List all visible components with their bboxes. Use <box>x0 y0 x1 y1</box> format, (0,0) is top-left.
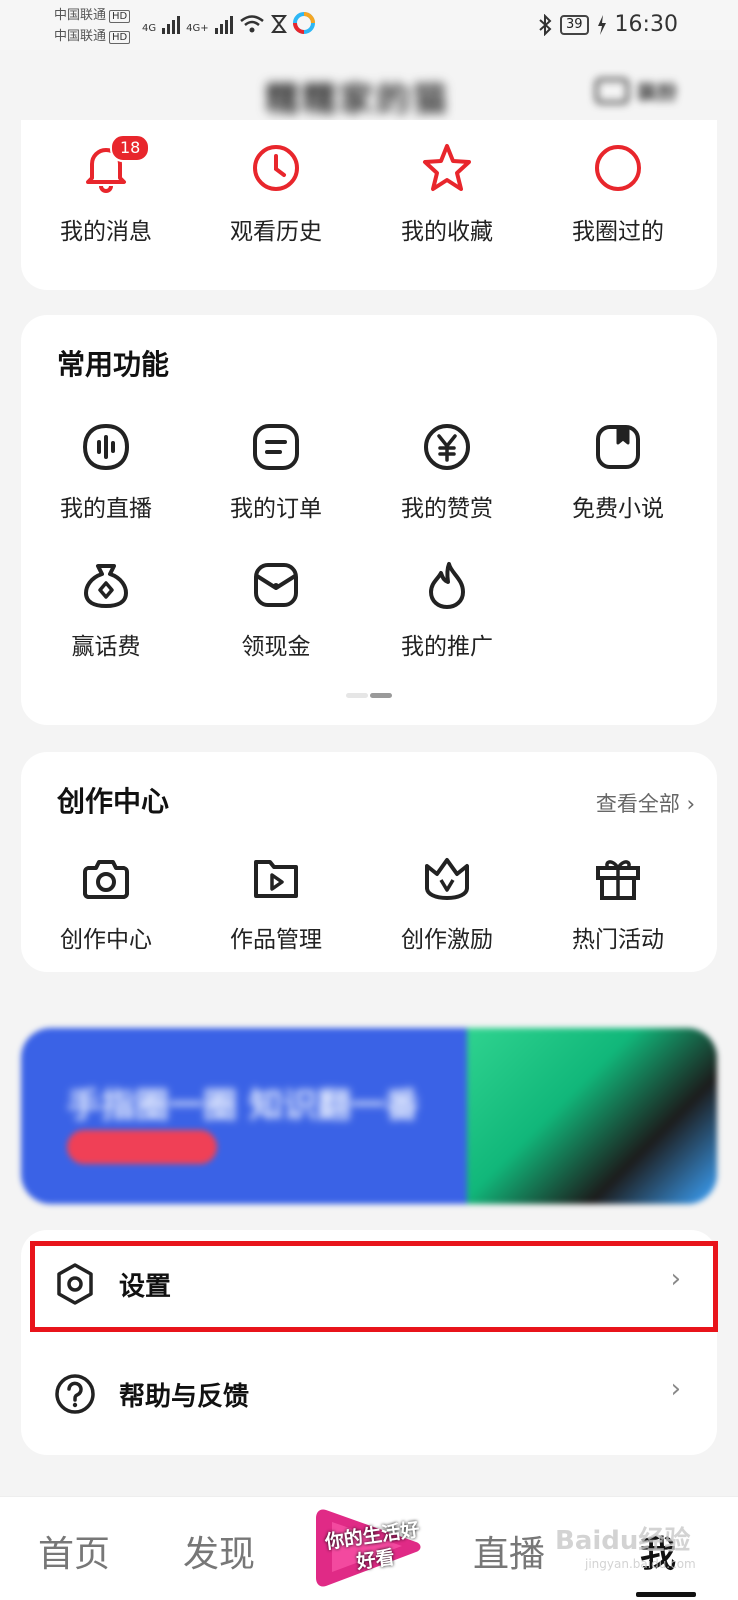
username[interactable]: 糯糯家的猫 <box>265 72 450 121</box>
view-all-label: 查看全部 <box>595 792 680 816</box>
quick-item-label: 观看历史 <box>230 219 322 245</box>
highlight-box <box>30 1241 718 1332</box>
gift-icon <box>592 852 644 904</box>
quick-item-messages[interactable]: 18 我的消息 <box>41 134 171 246</box>
banner-text: 手指圈一圈 知识翻一番 <box>67 1086 419 1126</box>
page-indicator <box>346 693 392 698</box>
message-count-badge: 18 <box>110 134 151 162</box>
func-item-orders[interactable]: 我的订单 <box>211 421 341 523</box>
func-item-label: 领现金 <box>241 634 311 660</box>
red-envelope-icon <box>250 559 302 611</box>
yuan-icon <box>421 421 473 473</box>
dressup-label: 装扮 <box>637 80 677 104</box>
status-time: 16:30 <box>614 12 678 37</box>
network-type-2: 4G+ <box>186 23 209 34</box>
watermark-url: jingyan.baidu.com <box>585 1557 696 1571</box>
create-item-label: 创作激励 <box>401 927 493 953</box>
carrier-1: 中国联通 <box>54 8 107 23</box>
quick-item-label: 我圈过的 <box>572 219 664 245</box>
banner-pill <box>67 1130 217 1164</box>
order-icon <box>250 421 302 473</box>
chevron-right-icon: › <box>670 1374 681 1404</box>
carrier-2: 中国联通 <box>54 29 107 44</box>
charging-icon <box>597 14 606 35</box>
status-right: 39 16:30 <box>538 12 678 37</box>
active-tab-indicator <box>636 1592 696 1597</box>
hourglass-icon <box>270 15 287 33</box>
create-item-events[interactable]: 热门活动 <box>553 852 683 954</box>
bell-icon: 18 <box>78 134 151 196</box>
func-item-label: 我的推广 <box>401 634 493 660</box>
create-item-label: 创作中心 <box>60 927 152 953</box>
battery-indicator: 39 <box>560 14 589 35</box>
func-item-novels[interactable]: 免费小说 <box>553 421 683 523</box>
promo-banner[interactable]: 手指圈一圈 知识翻一番 <box>21 1028 717 1204</box>
hd-badge: HD <box>109 31 131 44</box>
tab-home[interactable]: 首页 <box>38 1525 110 1577</box>
watermark-text: Baidu经验 <box>555 1526 691 1556</box>
dressup-icon <box>595 77 629 104</box>
camera-icon <box>80 852 132 904</box>
signal-icon <box>214 16 233 34</box>
create-item-works[interactable]: 作品管理 <box>211 852 341 954</box>
common-functions-card: 常用功能 我的直播 我的订单 我的赞赏 免费小说 赢话费 领现金 我的推广 <box>21 315 717 725</box>
func-item-label: 免费小说 <box>572 496 664 522</box>
hd-badge: HD <box>109 10 131 23</box>
quick-item-circled[interactable]: 我圈过的 <box>553 140 683 246</box>
section-title: 常用功能 <box>57 348 170 381</box>
watermark: Baidu经验 jingyan.baidu.com <box>555 1520 696 1571</box>
tab-live[interactable]: 直播 <box>473 1525 545 1577</box>
bluetooth-icon <box>539 13 552 36</box>
func-item-promotion[interactable]: 我的推广 <box>382 559 512 661</box>
book-icon <box>592 421 644 473</box>
signal-icon <box>162 16 181 34</box>
center-logo-button[interactable]: 你的生活好好看 <box>312 1502 432 1592</box>
menu-item-label: 帮助与反馈 <box>119 1382 250 1412</box>
creation-center-card: 创作中心 查看全部 › 创作中心 作品管理 创作激励 热门活动 <box>21 752 717 972</box>
func-item-cash[interactable]: 领现金 <box>211 559 341 661</box>
dressup-button[interactable]: 装扮 <box>595 76 677 105</box>
video-folder-icon <box>250 852 302 904</box>
circle-icon <box>590 140 646 196</box>
status-bar: 中国联通 HD 中国联通 HD 4G 4G+ 39 16:30 <box>0 0 738 50</box>
tab-discover[interactable]: 发现 <box>183 1525 255 1577</box>
quick-item-favorites[interactable]: 我的收藏 <box>382 140 512 246</box>
func-item-label: 赢话费 <box>71 634 141 660</box>
func-item-appreciation[interactable]: 我的赞赏 <box>382 421 512 523</box>
help-icon <box>53 1372 97 1416</box>
money-bag-icon <box>80 559 132 611</box>
flame-icon <box>421 559 473 611</box>
func-item-label: 我的订单 <box>230 496 322 522</box>
clock-icon <box>248 140 304 196</box>
quick-access-card: 18 我的消息 观看历史 我的收藏 我圈过的 <box>21 120 717 290</box>
menu-item-help[interactable]: 帮助与反馈 › <box>21 1348 717 1440</box>
network-type-1: 4G <box>142 23 157 34</box>
func-item-label: 我的赞赏 <box>401 496 493 522</box>
chevron-right-icon: › <box>686 792 695 816</box>
func-item-win-credit[interactable]: 赢话费 <box>41 559 171 661</box>
create-item-center[interactable]: 创作中心 <box>41 852 171 954</box>
view-all-link[interactable]: 查看全部 › <box>596 788 695 818</box>
carrier-info: 中国联通 HD 中国联通 HD <box>54 6 131 48</box>
live-icon <box>80 421 132 473</box>
create-item-label: 热门活动 <box>572 927 664 953</box>
crown-icon <box>421 852 473 904</box>
create-item-label: 作品管理 <box>230 927 322 953</box>
quick-item-label: 我的收藏 <box>401 219 493 245</box>
app-notification-icon <box>292 12 315 34</box>
create-item-incentive[interactable]: 创作激励 <box>382 852 512 954</box>
banner-image <box>467 1028 717 1204</box>
func-item-label: 我的直播 <box>60 496 152 522</box>
quick-item-history[interactable]: 观看历史 <box>211 140 341 246</box>
section-title: 创作中心 <box>57 785 170 818</box>
func-item-live[interactable]: 我的直播 <box>41 421 171 523</box>
star-icon <box>419 140 475 196</box>
wifi-icon <box>239 15 264 33</box>
quick-item-label: 我的消息 <box>60 219 152 245</box>
signal-icons: 4G 4G+ <box>142 12 315 34</box>
